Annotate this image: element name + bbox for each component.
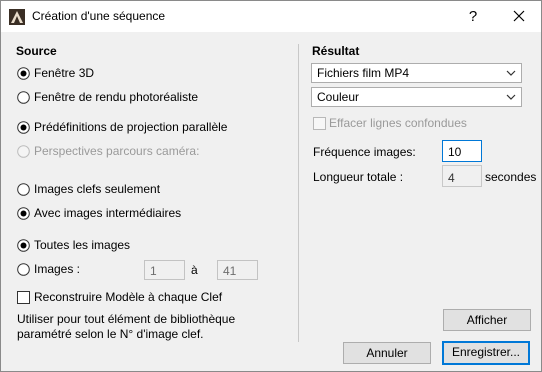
frame-rate-input[interactable]: 10 (442, 140, 482, 162)
title-bar: Création d'une séquence ? (1, 1, 541, 32)
range-from-field[interactable]: 1 (144, 260, 185, 280)
archicad-app-icon (9, 9, 25, 25)
save-button[interactable]: Enregistrer... (442, 341, 530, 365)
cancel-button[interactable]: Annuler (343, 342, 431, 364)
library-note-line-2: paramétré selon le N° d'image clef. (17, 327, 204, 341)
sequence-dialog: Création d'une séquence ? Source Fenêtre… (0, 0, 542, 372)
radio-parallel-projection-label: Prédéfinitions de projection parallèle (34, 120, 228, 134)
close-button[interactable] (501, 1, 539, 32)
rebuild-model-checkbox[interactable] (17, 291, 30, 304)
total-length-field: 4 (442, 165, 482, 187)
erase-lines-label: Effacer lignes confondues (329, 116, 467, 130)
radio-camera-path-label: Perspectives parcours caméra: (34, 144, 200, 158)
radio-3d-window[interactable] (17, 67, 30, 80)
source-heading: Source (16, 44, 57, 58)
range-to-field[interactable]: 41 (217, 260, 258, 280)
radio-rendering-window[interactable] (17, 91, 30, 104)
radio-intermediate-frames-label: Avec images intermédiaires (34, 206, 182, 220)
range-to-label: à (191, 263, 198, 277)
result-heading: Résultat (312, 44, 360, 58)
erase-lines-checkbox[interactable] (313, 117, 326, 130)
radio-all-frames-label: Toutes les images (34, 238, 131, 252)
chevron-down-icon (506, 70, 516, 76)
radio-frame-range[interactable] (17, 263, 30, 276)
show-button[interactable]: Afficher (443, 309, 531, 331)
library-note: Utiliser pour tout élément de bibliothèq… (17, 312, 235, 342)
total-length-unit: secondes (485, 170, 537, 184)
radio-3d-window-label: Fenêtre 3D (34, 66, 95, 80)
radio-key-frames-only[interactable] (17, 183, 30, 196)
window-title: Création d'une séquence (32, 9, 166, 23)
total-length-label: Longueur totale : (313, 170, 404, 184)
close-icon (513, 10, 525, 22)
radio-frame-range-label: Images : (34, 262, 81, 276)
radio-intermediate-frames[interactable] (17, 207, 30, 220)
format-select[interactable]: Fichiers film MP4 (311, 63, 522, 83)
color-select[interactable]: Couleur (311, 87, 522, 107)
radio-all-frames[interactable] (17, 239, 30, 252)
color-select-value: Couleur (317, 90, 360, 104)
radio-rendering-window-label: Fenêtre de rendu photoréaliste (34, 90, 199, 104)
radio-camera-path[interactable] (17, 145, 30, 158)
section-divider (298, 44, 300, 342)
chevron-down-icon (506, 94, 516, 100)
radio-parallel-projection[interactable] (17, 121, 30, 134)
frame-rate-label: Fréquence images: (313, 145, 416, 159)
rebuild-model-label: Reconstruire Modèle à chaque Clef (34, 290, 223, 304)
help-button[interactable]: ? (457, 1, 489, 32)
radio-key-frames-only-label: Images clefs seulement (34, 182, 161, 196)
library-note-line-1: Utiliser pour tout élément de bibliothèq… (17, 312, 236, 326)
format-select-value: Fichiers film MP4 (317, 66, 410, 80)
